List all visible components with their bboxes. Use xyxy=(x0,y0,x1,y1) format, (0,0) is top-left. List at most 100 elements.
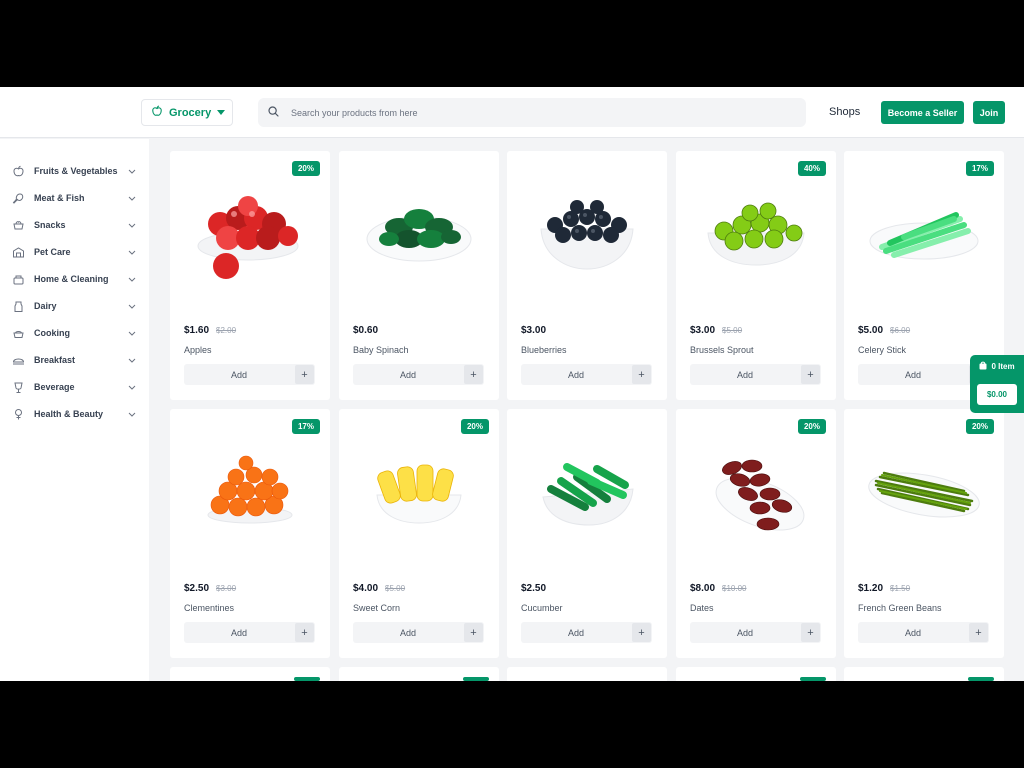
discount-badge: 20% xyxy=(460,419,489,434)
plus-icon[interactable]: + xyxy=(969,623,988,642)
meat-icon xyxy=(11,191,25,205)
original-price: $2.00 xyxy=(216,326,237,335)
add-to-cart-bar[interactable]: Add + xyxy=(521,364,652,385)
product-card-blueberries[interactable]: $3.00 Blueberries Add + xyxy=(507,151,667,400)
chevron-down-icon xyxy=(128,221,136,229)
cart-total: $0.00 xyxy=(977,384,1017,405)
product-name: Blueberries xyxy=(521,345,567,355)
add-to-cart-bar[interactable]: Add + xyxy=(353,622,484,643)
sidebar-item-label: Beverage xyxy=(34,382,75,392)
pet-care-icon xyxy=(11,245,25,259)
add-button[interactable]: Add xyxy=(521,364,631,385)
shops-link[interactable]: Shops xyxy=(829,106,860,118)
product-image-spinach xyxy=(349,171,489,296)
product-card-brussels-sprout[interactable]: 40% $3.00 $5.00 Brussels Sprout Add + xyxy=(676,151,836,400)
discount-badge xyxy=(463,677,489,681)
product-card-partial[interactable] xyxy=(170,667,330,681)
product-name: Baby Spinach xyxy=(353,345,409,355)
product-price: $2.50 xyxy=(521,583,547,594)
sidebar-item-cooking[interactable]: Cooking xyxy=(0,320,149,346)
product-card-partial[interactable] xyxy=(339,667,499,681)
chevron-down-icon xyxy=(128,302,136,310)
add-to-cart-bar[interactable]: Add + xyxy=(858,622,989,643)
sidebar-item-dairy[interactable]: Dairy xyxy=(0,293,149,319)
add-to-cart-bar[interactable]: Add + xyxy=(521,622,652,643)
original-price: $5.00 xyxy=(722,326,743,335)
breakfast-icon xyxy=(11,353,25,367)
product-card-dates[interactable]: 20% $8.00 $10.00 Dates Add + xyxy=(676,409,836,658)
product-card-partial[interactable] xyxy=(676,667,836,681)
product-card-apples[interactable]: 20% $1.60 $2.00 Apples Add + xyxy=(170,151,330,400)
product-name: Brussels Sprout xyxy=(690,345,754,355)
product-image-berries xyxy=(517,171,657,296)
add-to-cart-bar[interactable]: Add + xyxy=(184,622,315,643)
sidebar-item-label: Home & Cleaning xyxy=(34,274,109,284)
shopping-bag-icon xyxy=(979,361,987,372)
add-to-cart-bar[interactable]: Add + xyxy=(184,364,315,385)
sidebar-item-pet-care[interactable]: Pet Care xyxy=(0,239,149,265)
plus-icon[interactable]: + xyxy=(632,365,651,384)
add-button[interactable]: Add xyxy=(858,622,968,643)
sidebar-item-snacks[interactable]: Snacks xyxy=(0,212,149,238)
search-input[interactable] xyxy=(291,107,771,118)
add-button[interactable]: Add xyxy=(184,622,294,643)
product-card-partial[interactable] xyxy=(844,667,1004,681)
chevron-down-icon xyxy=(128,167,136,175)
product-price: $4.00 $5.00 xyxy=(353,583,406,594)
plus-icon[interactable]: + xyxy=(464,365,483,384)
chevron-down-icon xyxy=(128,275,136,283)
add-button[interactable]: Add xyxy=(353,364,463,385)
product-card-sweet-corn[interactable]: 20% $4.00 $5.00 Sweet Corn Add + xyxy=(339,409,499,658)
discount-badge: 20% xyxy=(965,419,994,434)
product-card-french-green-beans[interactable]: 20% $1.20 $1.50 French Green Beans Add + xyxy=(844,409,1004,658)
plus-icon[interactable]: + xyxy=(464,623,483,642)
product-card-cucumber[interactable]: $2.50 Cucumber Add + xyxy=(507,409,667,658)
category-selector-button[interactable]: Grocery xyxy=(141,99,233,126)
product-card-partial[interactable] xyxy=(507,667,667,681)
add-button[interactable]: Add xyxy=(353,622,463,643)
become-seller-button[interactable]: Become a Seller xyxy=(881,101,964,124)
cart-widget[interactable]: 0 Item $0.00 xyxy=(970,355,1024,413)
add-button[interactable]: Add xyxy=(521,622,631,643)
apple-icon xyxy=(11,164,25,178)
add-to-cart-bar[interactable]: Add + xyxy=(353,364,484,385)
discount-badge: 17% xyxy=(965,161,994,176)
add-button[interactable]: Add xyxy=(690,364,800,385)
cooking-pot-icon xyxy=(11,326,25,340)
plus-icon[interactable]: + xyxy=(632,623,651,642)
product-price: $1.20 $1.50 xyxy=(858,583,911,594)
search-bar[interactable] xyxy=(258,98,806,127)
category-sidebar: Fruits & Vegetables Meat & Fish Snacks P… xyxy=(0,139,149,681)
product-image-apples xyxy=(180,171,320,296)
product-image-beans xyxy=(854,429,994,554)
sidebar-item-breakfast[interactable]: Breakfast xyxy=(0,347,149,373)
discount-badge: 17% xyxy=(291,419,320,434)
sidebar-item-fruits-vegetables[interactable]: Fruits & Vegetables xyxy=(0,158,149,184)
apple-icon xyxy=(151,105,163,120)
sidebar-item-meat-fish[interactable]: Meat & Fish xyxy=(0,185,149,211)
add-button[interactable]: Add xyxy=(184,364,294,385)
plus-icon[interactable]: + xyxy=(801,365,820,384)
plus-icon[interactable]: + xyxy=(295,623,314,642)
product-card-clementines[interactable]: 17% $2.50 $3.00 Clementines Add + xyxy=(170,409,330,658)
join-button[interactable]: Join xyxy=(973,101,1005,124)
add-button[interactable]: Add xyxy=(858,364,968,385)
sidebar-item-beverage[interactable]: Beverage xyxy=(0,374,149,400)
chevron-down-icon xyxy=(128,248,136,256)
plus-icon[interactable]: + xyxy=(801,623,820,642)
sidebar-item-home-cleaning[interactable]: Home & Cleaning xyxy=(0,266,149,292)
search-icon xyxy=(268,104,279,122)
discount-badge: 40% xyxy=(797,161,826,176)
app-screen: Grocery Shops Become a Seller Join Fruit… xyxy=(0,87,1024,681)
plus-icon[interactable]: + xyxy=(295,365,314,384)
add-to-cart-bar[interactable]: Add + xyxy=(690,622,821,643)
product-price: $2.50 $3.00 xyxy=(184,583,237,594)
product-name: Celery Stick xyxy=(858,345,907,355)
product-image-celery xyxy=(854,171,994,296)
product-price: $0.60 xyxy=(353,325,379,336)
add-button[interactable]: Add xyxy=(690,622,800,643)
product-card-baby-spinach[interactable]: $0.60 Baby Spinach Add + xyxy=(339,151,499,400)
top-header: Grocery Shops Become a Seller Join xyxy=(0,87,1024,138)
sidebar-item-health-beauty[interactable]: Health & Beauty xyxy=(0,401,149,427)
add-to-cart-bar[interactable]: Add + xyxy=(690,364,821,385)
